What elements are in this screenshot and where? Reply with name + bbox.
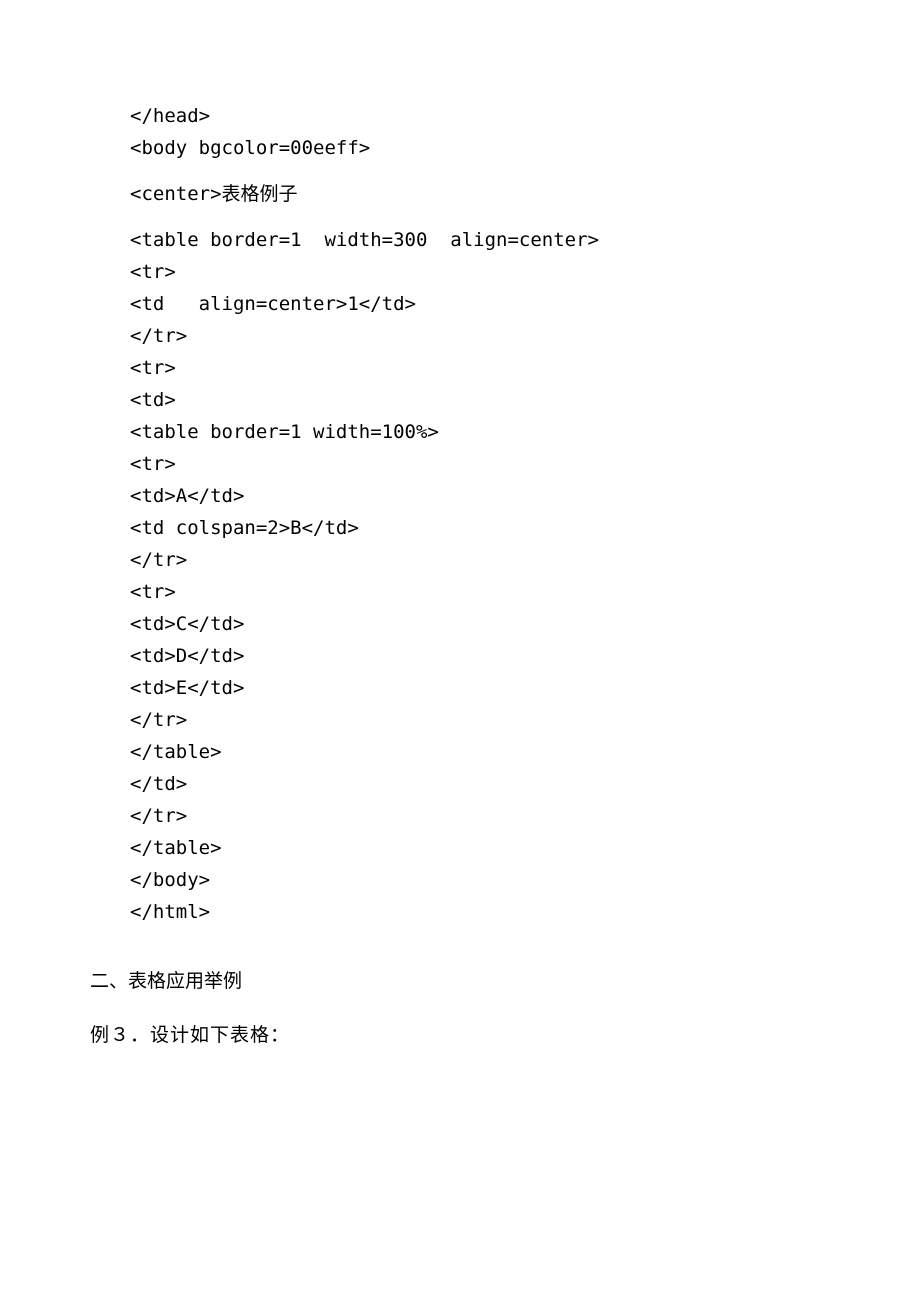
code-line: <td> — [130, 384, 830, 416]
code-line: <tr> — [130, 256, 830, 288]
code-line: <td>A</td> — [130, 480, 830, 512]
code-line: </head> — [130, 100, 830, 132]
code-line: </table> — [130, 832, 830, 864]
code-line: </html> — [130, 896, 830, 928]
code-line: <td>D</td> — [130, 640, 830, 672]
code-line: <td>C</td> — [130, 608, 830, 640]
code-line: </body> — [130, 864, 830, 896]
code-line: <center>表格例子 — [130, 178, 830, 210]
code-line: </table> — [130, 736, 830, 768]
code-line: <table border=1 width=100%> — [130, 416, 830, 448]
example-heading: 例３．设计如下表格： — [90, 1020, 830, 1052]
code-line: <body bgcolor=00eeff> — [130, 132, 830, 164]
code-line: <tr> — [130, 352, 830, 384]
code-line: <td align=center>1</td> — [130, 288, 830, 320]
code-line: </tr> — [130, 320, 830, 352]
code-line: <td>E</td> — [130, 672, 830, 704]
code-line: <table border=1 width=300 align=center> — [130, 224, 830, 256]
section-heading: 二、表格应用举例 — [90, 966, 830, 998]
code-line: </tr> — [130, 704, 830, 736]
code-line: </tr> — [130, 544, 830, 576]
code-block: </head> <body bgcolor=00eeff> <center>表格… — [130, 100, 830, 928]
code-line: <td colspan=2>B</td> — [130, 512, 830, 544]
code-line: <tr> — [130, 576, 830, 608]
code-line: </tr> — [130, 800, 830, 832]
code-line: <tr> — [130, 448, 830, 480]
code-line: </td> — [130, 768, 830, 800]
